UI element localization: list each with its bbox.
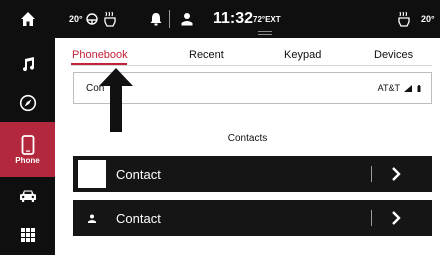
row-divider: [371, 166, 372, 182]
tab-keypad[interactable]: Keypad: [284, 46, 321, 64]
passenger-temp[interactable]: 20°: [421, 0, 435, 38]
list-item[interactable]: Contact: [73, 200, 432, 236]
chevron-right-icon[interactable]: [391, 210, 401, 226]
avatar: [78, 160, 106, 188]
battery-icon: [417, 84, 421, 92]
apps-grid-icon: [20, 228, 35, 242]
sidebar-item-vehicle[interactable]: [0, 177, 55, 215]
phone-screen: Phone 20° 11:32 72°EXT 20° Phonebook Rec…: [0, 0, 440, 255]
sidebar: Phone: [0, 0, 55, 255]
clock-time: 11:32: [213, 10, 254, 27]
heated-seat-icon[interactable]: [103, 0, 117, 38]
status-divider: [169, 10, 170, 28]
sidebar-item-apps[interactable]: [0, 216, 55, 254]
phone-icon: [21, 134, 34, 155]
status-bar: 20° 11:32 72°EXT 20°: [55, 0, 440, 38]
contact-name: Contact: [116, 210, 161, 226]
compass-icon: [19, 94, 36, 112]
tab-phonebook[interactable]: Phonebook: [72, 46, 128, 64]
sidebar-item-navigation[interactable]: [0, 84, 55, 122]
carrier-status: AT&T: [378, 73, 421, 103]
car-icon: [19, 190, 36, 202]
sidebar-item-home[interactable]: [0, 0, 55, 38]
tab-divider: [71, 65, 432, 66]
chevron-right-icon[interactable]: [391, 166, 401, 182]
user-icon[interactable]: [181, 0, 193, 38]
tab-devices[interactable]: Devices: [374, 46, 413, 64]
home-icon: [20, 12, 35, 26]
contacts-heading: Contacts: [227, 133, 268, 144]
heated-wheel-icon[interactable]: [85, 0, 99, 38]
signal-icon: [404, 84, 412, 92]
sidebar-item-label: Phone: [15, 155, 40, 165]
driver-temp[interactable]: 20°: [69, 0, 83, 38]
list-item[interactable]: Contact: [73, 156, 432, 192]
row-divider: [371, 210, 372, 226]
sidebar-item-media[interactable]: [0, 45, 55, 83]
heated-seat-passenger-icon[interactable]: [397, 0, 411, 38]
tab-recent[interactable]: Recent: [189, 46, 224, 64]
carrier-name: AT&T: [377, 83, 400, 93]
outside-temp: 72°EXT: [253, 14, 281, 24]
annotation-arrow-icon: [99, 68, 133, 132]
person-icon: [78, 204, 106, 232]
music-note-icon: [22, 57, 34, 72]
contact-name: Contact: [116, 166, 161, 182]
bell-icon[interactable]: [150, 0, 162, 38]
sidebar-item-phone[interactable]: Phone: [0, 122, 55, 177]
